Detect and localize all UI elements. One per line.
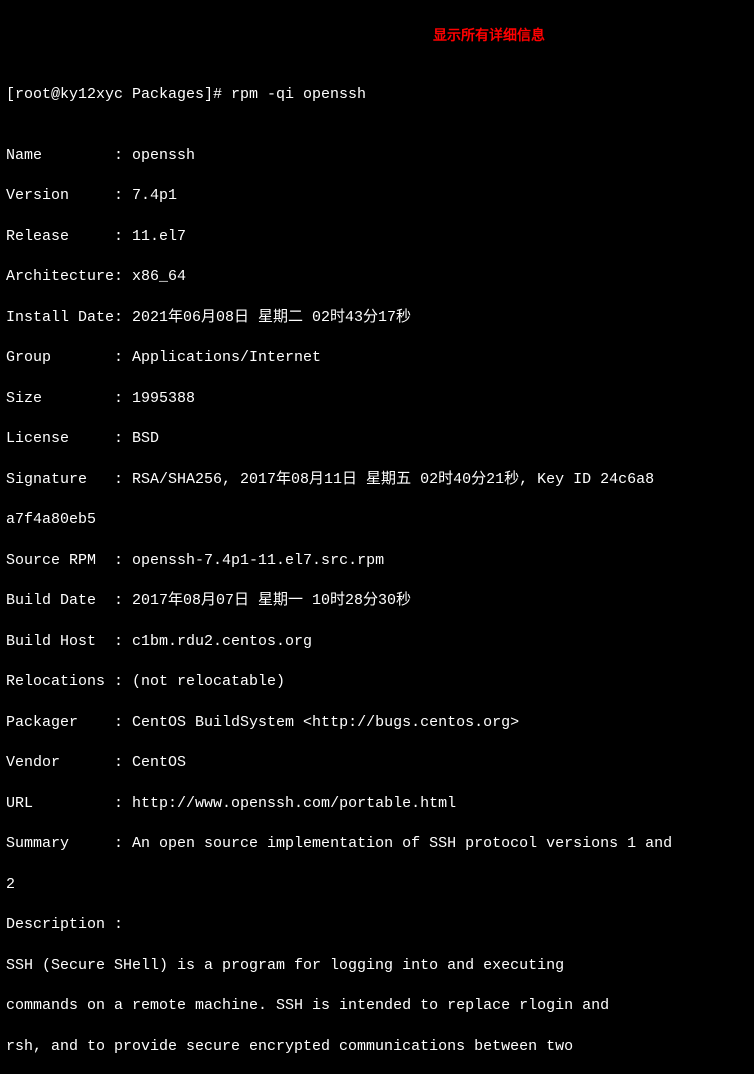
field-url: URL : http://www.openssh.com/portable.ht… (6, 794, 748, 814)
field-name: Name : openssh (6, 146, 748, 166)
label: Version : (6, 187, 132, 204)
label: Build Host : (6, 633, 132, 650)
label: Install Date: (6, 309, 132, 326)
field-vendor: Vendor : CentOS (6, 753, 748, 773)
field-license: License : BSD (6, 429, 748, 449)
value: 7.4p1 (132, 187, 177, 204)
value: x86_64 (132, 268, 186, 285)
label: Vendor : (6, 754, 132, 771)
label: Signature : (6, 471, 132, 488)
field-packager: Packager : CentOS BuildSystem <http://bu… (6, 713, 748, 733)
field-relocations: Relocations : (not relocatable) (6, 672, 748, 692)
field-release: Release : 11.el7 (6, 227, 748, 247)
label: License : (6, 430, 132, 447)
label: Name : (6, 147, 132, 164)
label: URL : (6, 795, 132, 812)
value: RSA/SHA256, 2017年08月11日 星期五 02时40分21秒, K… (132, 471, 654, 488)
value: CentOS (132, 754, 186, 771)
value: openssh (132, 147, 195, 164)
field-description-label: Description : (6, 915, 748, 935)
field-signature: Signature : RSA/SHA256, 2017年08月11日 星期五 … (6, 470, 748, 490)
field-summary: Summary : An open source implementation … (6, 834, 748, 854)
label: Architecture: (6, 268, 132, 285)
field-version: Version : 7.4p1 (6, 186, 748, 206)
value: http://www.openssh.com/portable.html (132, 795, 456, 812)
value: CentOS BuildSystem <http://bugs.centos.o… (132, 714, 519, 731)
value: An open source implementation of SSH pro… (132, 835, 681, 852)
field-install-date: Install Date: 2021年06月08日 星期二 02时43分17秒 (6, 308, 748, 328)
label: Release : (6, 228, 132, 245)
value: 2021年06月08日 星期二 02时43分17秒 (132, 309, 411, 326)
label: Relocations : (6, 673, 132, 690)
annotation-label: 显示所有详细信息 (433, 26, 545, 45)
description-line: SSH (Secure SHell) is a program for logg… (6, 956, 748, 976)
field-source-rpm: Source RPM : openssh-7.4p1-11.el7.src.rp… (6, 551, 748, 571)
label: Packager : (6, 714, 132, 731)
value: Applications/Internet (132, 349, 321, 366)
field-group: Group : Applications/Internet (6, 348, 748, 368)
label: Size : (6, 390, 132, 407)
label: Group : (6, 349, 132, 366)
label: Build Date : (6, 592, 132, 609)
label: Source RPM : (6, 552, 132, 569)
label: Summary : (6, 835, 132, 852)
value: (not relocatable) (132, 673, 285, 690)
description-line: rsh, and to provide secure encrypted com… (6, 1037, 748, 1057)
value: 2017年08月07日 星期一 10时28分30秒 (132, 592, 411, 609)
value: c1bm.rdu2.centos.org (132, 633, 312, 650)
value: 1995388 (132, 390, 195, 407)
field-summary-cont: 2 (6, 875, 748, 895)
value: openssh-7.4p1-11.el7.src.rpm (132, 552, 384, 569)
value: BSD (132, 430, 159, 447)
value: 11.el7 (132, 228, 186, 245)
description-line: commands on a remote machine. SSH is int… (6, 996, 748, 1016)
field-build-host: Build Host : c1bm.rdu2.centos.org (6, 632, 748, 652)
field-size: Size : 1995388 (6, 389, 748, 409)
field-architecture: Architecture: x86_64 (6, 267, 748, 287)
field-signature-cont: a7f4a80eb5 (6, 510, 748, 530)
field-build-date: Build Date : 2017年08月07日 星期一 10时28分30秒 (6, 591, 748, 611)
shell-prompt[interactable]: [root@ky12xyc Packages]# rpm -qi openssh (6, 85, 748, 105)
